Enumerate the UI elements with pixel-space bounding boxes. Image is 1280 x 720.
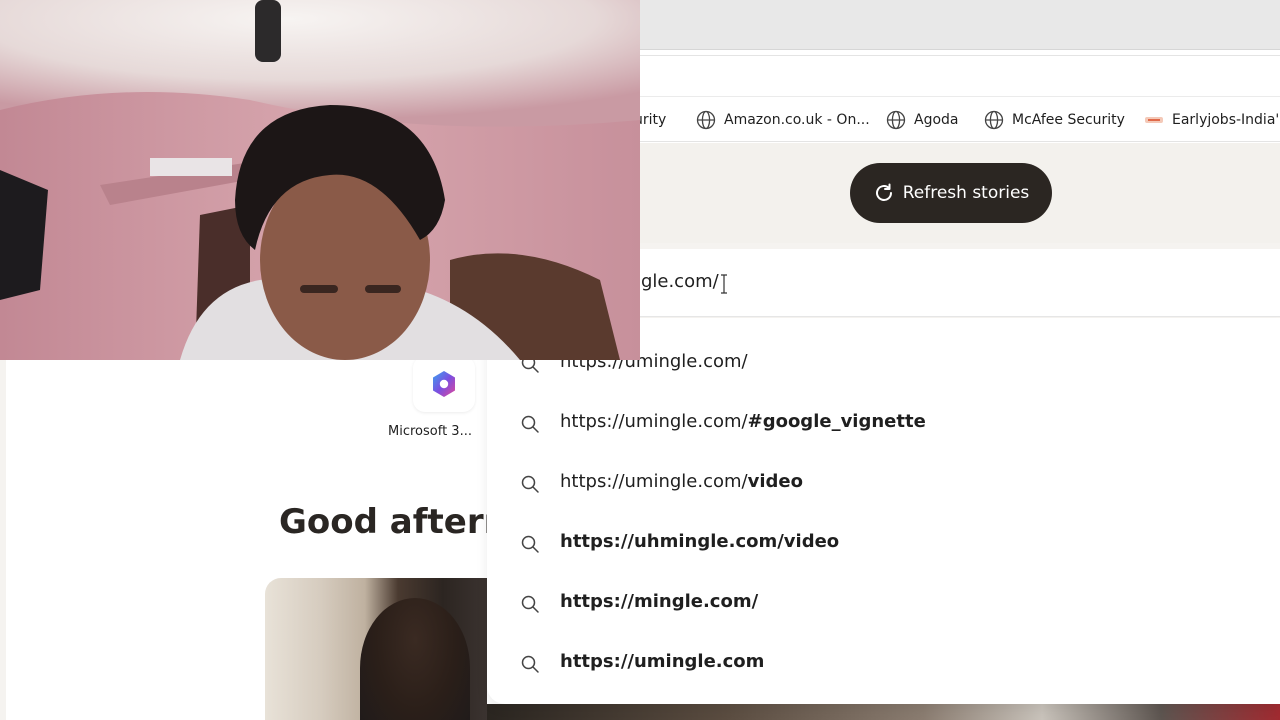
suggestions-dropdown: https://umingle.com/ https://umingle.com…: [487, 318, 1280, 704]
bookmark-label: Amazon.co.uk - On...: [724, 112, 870, 128]
search-icon: [521, 415, 539, 433]
search-icon: [521, 655, 539, 673]
refresh-stories-button[interactable]: Refresh stories: [850, 163, 1052, 223]
search-icon: [521, 475, 539, 493]
suggestion-text: https://mingle.com/: [560, 591, 759, 612]
text-cursor-icon: [721, 274, 727, 294]
search-icon: [521, 535, 539, 553]
quick-link-label: Microsoft 3...: [388, 424, 472, 439]
bookmark-earlyjobs[interactable]: Earlyjobs-India's: [1144, 108, 1280, 132]
globe-icon: [696, 110, 716, 130]
quick-link-tile[interactable]: [413, 356, 475, 412]
globe-icon: [886, 110, 906, 130]
refresh-stories-label: Refresh stories: [902, 183, 1030, 203]
news-card-image[interactable]: [265, 578, 487, 720]
microsoft-365-icon: [433, 371, 455, 397]
search-icon: [521, 595, 539, 613]
refresh-icon: [875, 183, 892, 201]
suggestion-text: https://umingle.com/#google_vignette: [560, 411, 926, 432]
news-card-photo: [360, 598, 470, 720]
greeting-heading: Good afterno: [279, 502, 487, 542]
suggestion-item[interactable]: https://mingle.com/: [487, 574, 1280, 634]
site-favicon: [1145, 117, 1163, 123]
bookmark-mcafee[interactable]: McAfee Security: [984, 108, 1125, 132]
webcam-feed-image: [0, 0, 640, 360]
bookmark-agoda[interactable]: Agoda: [886, 108, 959, 132]
news-card-strip: [487, 704, 1280, 720]
globe-icon: [984, 110, 1004, 130]
bookmark-amazon[interactable]: Amazon.co.uk - On...: [696, 108, 870, 132]
suggestion-item[interactable]: https://umingle.com/#google_vignette: [487, 394, 1280, 454]
suggestion-item[interactable]: https://uhmingle.com/video: [487, 514, 1280, 574]
suggestion-text: https://umingle.com/video: [560, 471, 803, 492]
bookmark-label: Earlyjobs-India's: [1172, 112, 1280, 128]
suggestion-text: https://umingle.com: [560, 651, 765, 672]
suggestion-item[interactable]: https://umingle.com/video: [487, 454, 1280, 514]
suggestion-item[interactable]: https://umingle.com: [487, 634, 1280, 694]
bookmark-label: McAfee Security: [1012, 112, 1125, 128]
webcam-overlay: [0, 0, 640, 360]
bookmark-label: Agoda: [914, 112, 959, 128]
suggestion-text: https://uhmingle.com/video: [560, 531, 840, 552]
